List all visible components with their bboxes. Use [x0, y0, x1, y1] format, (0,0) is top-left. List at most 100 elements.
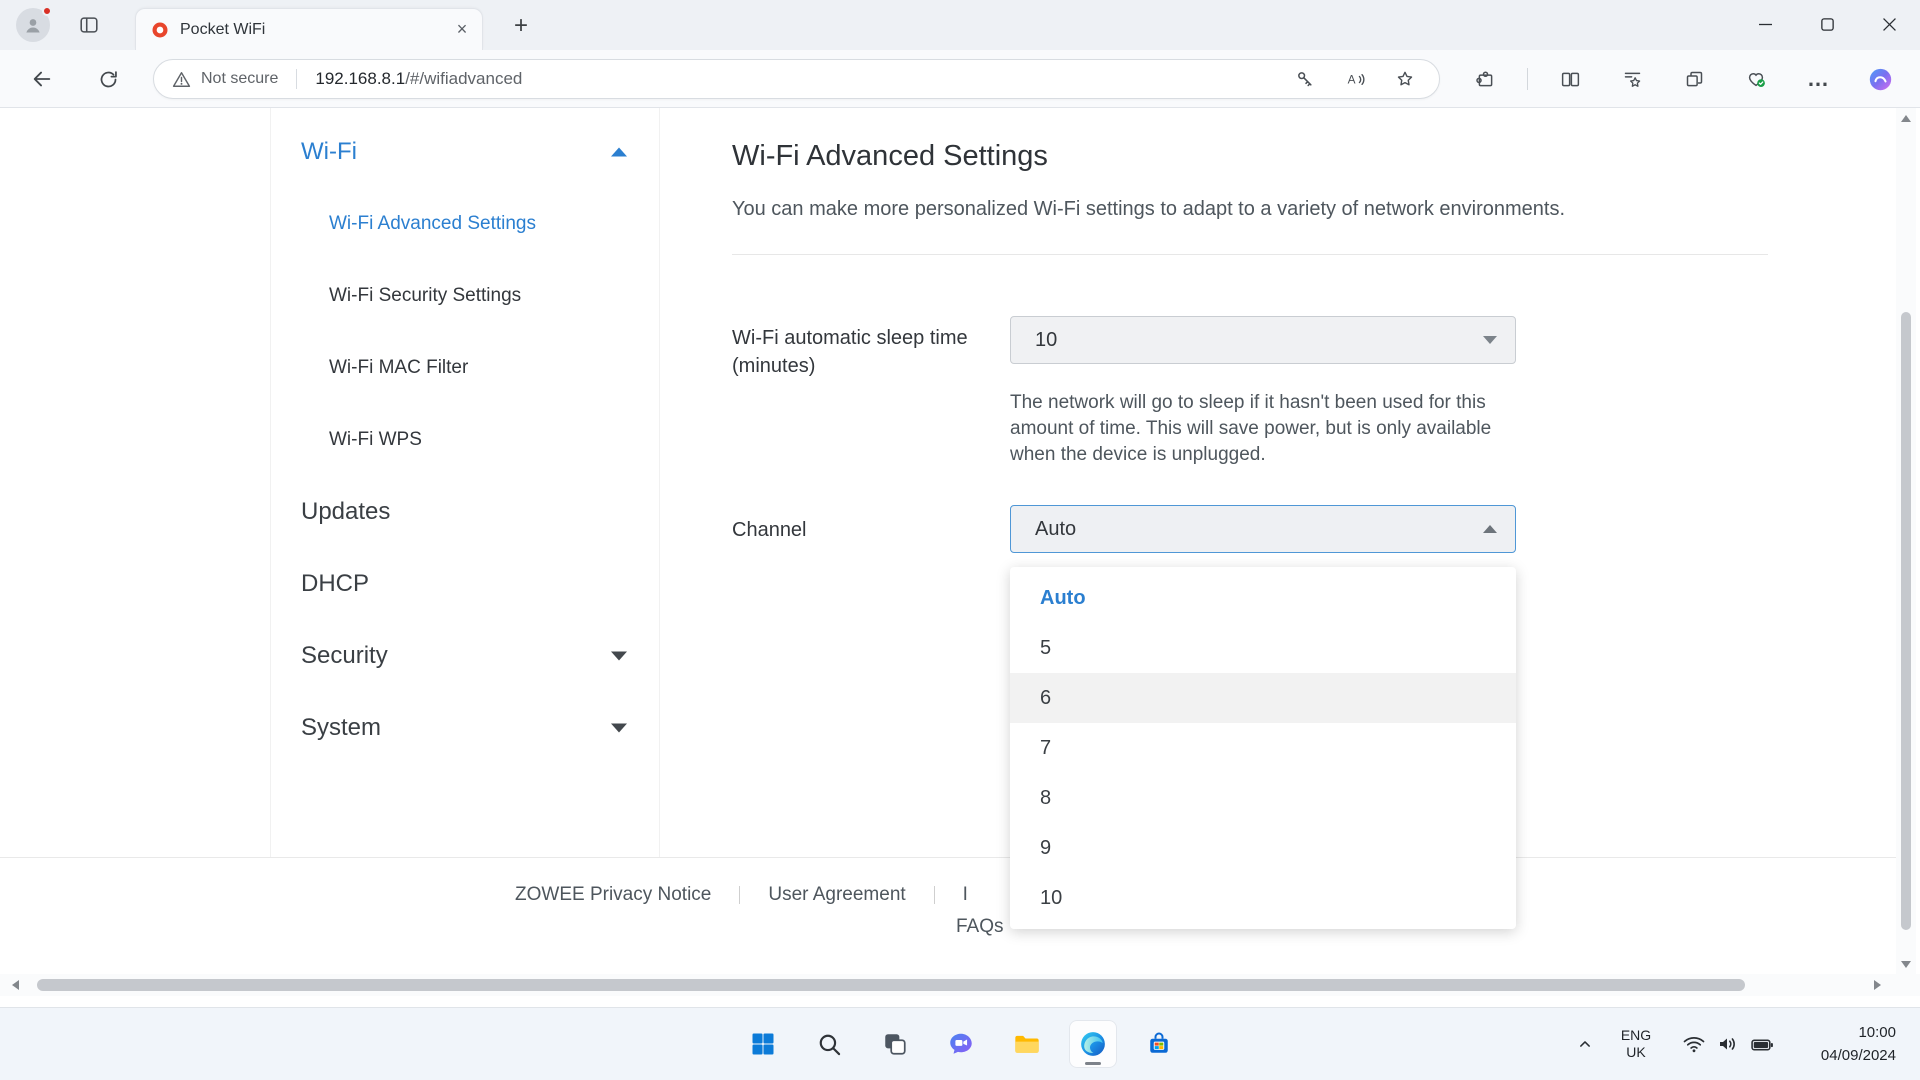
microsoft-store-button[interactable] — [1135, 1020, 1183, 1068]
read-aloud-button[interactable]: A — [1341, 65, 1369, 93]
sidebar-item-label: Wi-Fi Advanced Settings — [329, 213, 536, 235]
minimize-button[interactable] — [1734, 0, 1796, 48]
sleep-time-help-text: The network will go to sleep if it hasn'… — [1010, 390, 1522, 468]
toolbar-divider — [1527, 68, 1528, 90]
dropdown-option-5[interactable]: 5 — [1010, 623, 1516, 673]
tab-actions-icon — [78, 14, 100, 36]
profile-avatar[interactable] — [16, 8, 50, 42]
maximize-button[interactable] — [1796, 0, 1858, 48]
vertical-scrollbar[interactable] — [1896, 108, 1916, 974]
windows-logo-icon — [749, 1030, 777, 1058]
sidebar-item-label: Wi-Fi WPS — [329, 429, 422, 451]
tab-close-button[interactable]: × — [450, 18, 474, 42]
horizontal-scrollbar-thumb[interactable] — [37, 979, 1745, 991]
minimize-icon — [1759, 18, 1772, 31]
refresh-icon — [98, 69, 119, 90]
dropdown-option-8[interactable]: 8 — [1010, 773, 1516, 823]
vertical-scrollbar-thumb[interactable] — [1901, 312, 1911, 930]
wifi-icon — [1682, 1032, 1706, 1056]
scroll-left-button[interactable] — [4, 974, 26, 996]
sidebar-item-wifi-mac-filter[interactable]: Wi-Fi MAC Filter — [271, 332, 659, 404]
notification-dot — [42, 6, 52, 16]
sidebar-item-wifi-wps[interactable]: Wi-Fi WPS — [271, 404, 659, 476]
dropdown-option-7[interactable]: 7 — [1010, 723, 1516, 773]
dropdown-option-9[interactable]: 9 — [1010, 823, 1516, 873]
file-explorer-button[interactable] — [1003, 1020, 1051, 1068]
sidebar-section-wifi[interactable]: Wi-Fi — [271, 116, 659, 188]
dropdown-option-10[interactable]: 10 — [1010, 873, 1516, 923]
copilot-icon — [1867, 66, 1894, 93]
new-tab-button[interactable]: + — [503, 11, 539, 41]
refresh-button[interactable] — [88, 59, 128, 99]
star-icon — [1395, 69, 1415, 89]
toolbar-actions: … — [1465, 59, 1900, 99]
extensions-button[interactable] — [1465, 59, 1505, 99]
split-screen-icon — [1560, 69, 1581, 90]
browser-essentials-button[interactable] — [1736, 59, 1776, 99]
settings-more-button[interactable]: … — [1798, 59, 1838, 99]
taskbar-clock[interactable]: 10:00 04/09/2024 — [1821, 1022, 1896, 1067]
sidebar-item-label: System — [301, 714, 381, 742]
sidebar-item-wifi-advanced-settings[interactable]: Wi-Fi Advanced Settings — [271, 188, 659, 260]
add-favorite-button[interactable] — [1391, 65, 1419, 93]
sidebar-section-security[interactable]: Security — [271, 620, 659, 692]
language-line1: ENG — [1621, 1027, 1651, 1044]
task-view-icon — [882, 1031, 908, 1057]
task-view-button[interactable] — [871, 1020, 919, 1068]
sidebar-section-system[interactable]: System — [271, 692, 659, 764]
horizontal-scrollbar[interactable] — [0, 974, 1920, 996]
url-text[interactable]: 192.168.8.1/#/wifiadvanced — [315, 69, 522, 89]
sidebar-item-label: Wi-Fi MAC Filter — [329, 357, 468, 379]
tab-title: Pocket WiFi — [180, 21, 440, 39]
tab-actions-menu-button[interactable] — [72, 9, 106, 41]
language-indicator[interactable]: ENG UK — [1612, 1024, 1660, 1064]
sleep-time-select[interactable]: 10 — [1010, 316, 1516, 364]
read-aloud-icon: A — [1345, 69, 1366, 90]
scroll-down-button[interactable] — [1896, 954, 1916, 974]
split-screen-button[interactable] — [1550, 59, 1590, 99]
back-button[interactable] — [22, 59, 62, 99]
partially-hidden-link[interactable]: I — [963, 884, 968, 906]
sidebar-item-wifi-security-settings[interactable]: Wi-Fi Security Settings — [271, 260, 659, 332]
page-subtitle: You can make more personalized Wi-Fi set… — [732, 198, 1565, 221]
privacy-notice-link[interactable]: ZOWEE Privacy Notice — [515, 884, 711, 906]
browser-tab[interactable]: Pocket WiFi × — [135, 8, 483, 50]
not-secure-warning-icon — [172, 70, 191, 89]
sidebar-section-dhcp[interactable]: DHCP — [271, 548, 659, 620]
chat-button[interactable] — [937, 1020, 985, 1068]
password-button[interactable] — [1291, 65, 1319, 93]
sidebar-section-updates[interactable]: Updates — [271, 476, 659, 548]
search-icon — [816, 1031, 842, 1057]
faqs-link[interactable]: FAQs — [956, 916, 1004, 938]
back-arrow-icon — [31, 68, 53, 90]
security-status-label[interactable]: Not secure — [201, 70, 278, 88]
sidebar-item-label: Wi-Fi Security Settings — [329, 285, 521, 307]
person-icon — [23, 15, 43, 35]
search-button[interactable] — [805, 1020, 853, 1068]
start-button[interactable] — [739, 1020, 787, 1068]
scroll-up-button[interactable] — [1896, 108, 1916, 128]
favorites-button[interactable] — [1612, 59, 1652, 99]
url-path: /#/wifiadvanced — [405, 69, 522, 88]
scroll-right-button[interactable] — [1866, 974, 1888, 996]
dropdown-option-6[interactable]: 6 — [1010, 673, 1516, 723]
system-tray-status[interactable] — [1682, 1024, 1775, 1064]
site-favicon — [150, 20, 170, 40]
collections-button[interactable] — [1674, 59, 1714, 99]
favorites-star-list-icon — [1622, 69, 1643, 90]
clock-time: 10:00 — [1821, 1022, 1896, 1045]
channel-select[interactable]: Auto — [1010, 505, 1516, 553]
footer-link-divider — [934, 886, 935, 904]
close-window-button[interactable] — [1858, 0, 1920, 48]
channel-value: Auto — [1035, 518, 1076, 541]
dropdown-option-auto[interactable]: Auto — [1010, 573, 1516, 623]
ellipsis-icon: … — [1807, 66, 1829, 92]
address-bar[interactable]: Not secure 192.168.8.1/#/wifiadvanced A — [153, 59, 1440, 99]
window-controls — [1734, 0, 1920, 48]
footer-link-divider — [739, 886, 740, 904]
hidden-icons-button[interactable] — [1569, 1024, 1601, 1064]
edge-browser-button[interactable] — [1069, 1020, 1117, 1068]
chevron-down-icon — [611, 652, 627, 661]
copilot-button[interactable] — [1860, 59, 1900, 99]
user-agreement-link[interactable]: User Agreement — [768, 884, 905, 906]
